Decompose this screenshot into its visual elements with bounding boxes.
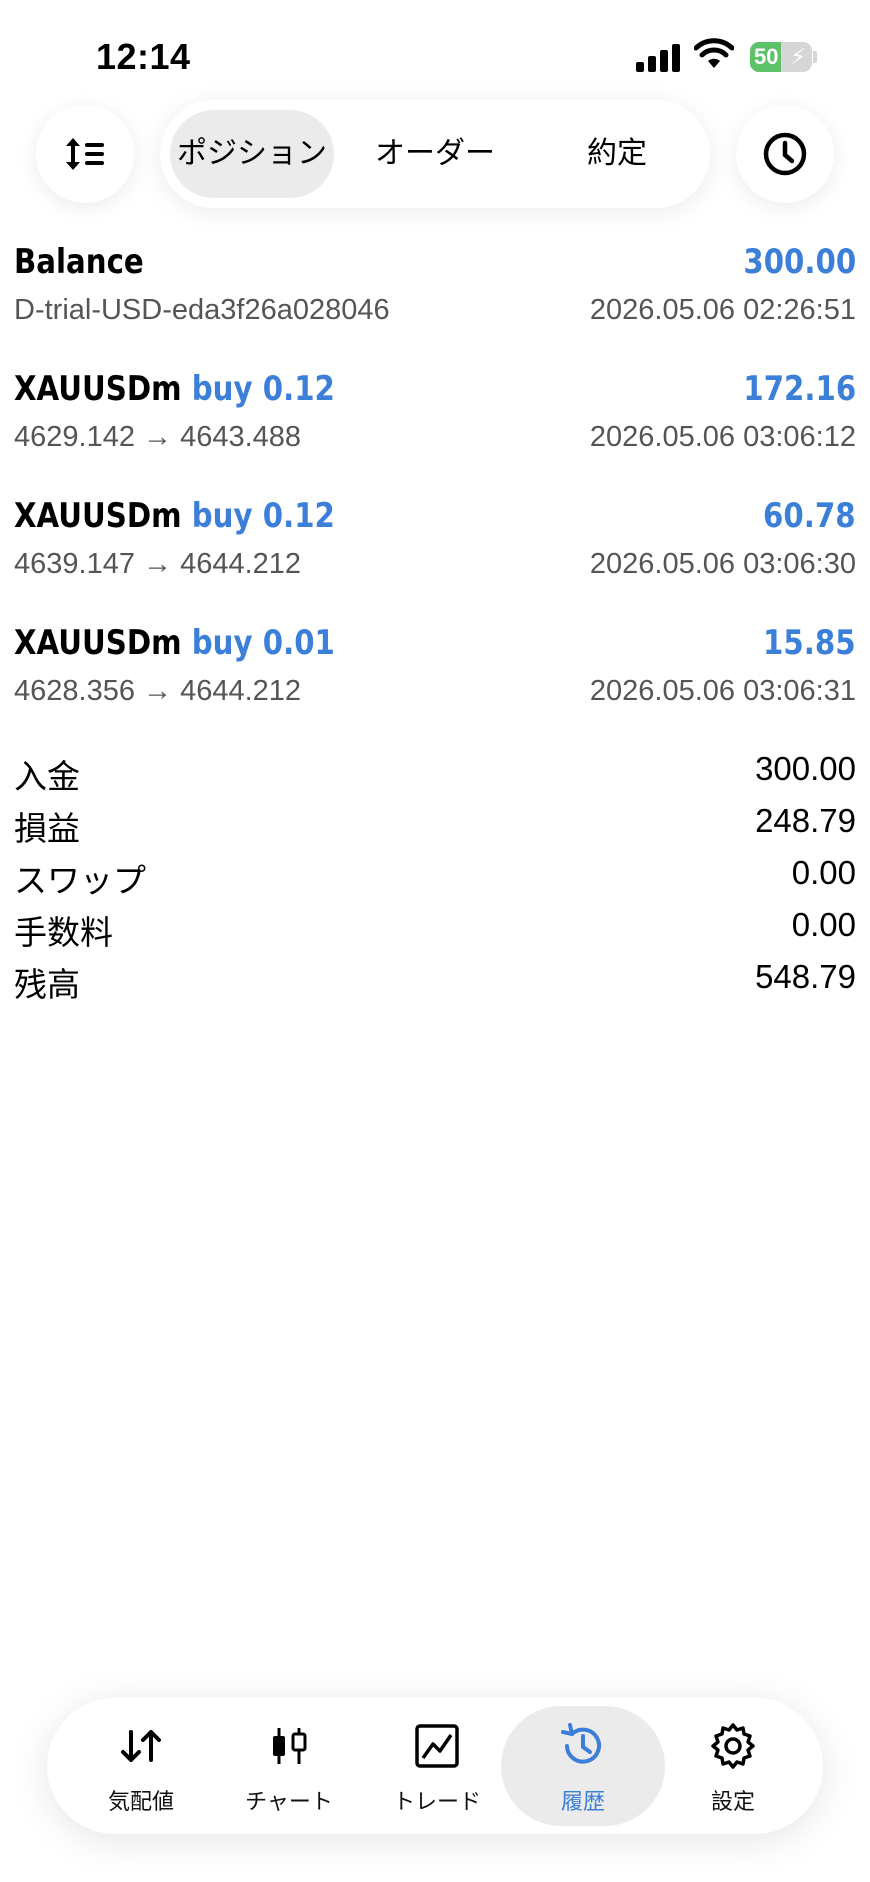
- history-icon: [561, 1723, 601, 1764]
- battery-icon: 50 ⚡: [750, 42, 812, 72]
- row-prices: 4628.356 → 4644.212: [14, 675, 302, 707]
- summary-label: 手数料: [14, 914, 113, 951]
- nav-label: チャート: [245, 1789, 333, 1814]
- summary-commission: 手数料 0.00: [14, 906, 856, 958]
- row-title: Balance: [14, 242, 144, 282]
- nav-label: 設定: [710, 1789, 755, 1814]
- chart-icon: [273, 1728, 307, 1764]
- summary-value: 248.79: [755, 802, 856, 839]
- row-title: XAUUSDm buy 0.12: [14, 496, 335, 536]
- row-profit: 300.00: [743, 242, 856, 282]
- summary-swap: スワップ 0.00: [14, 854, 856, 906]
- row-time: 2026.05.06 03:06:31: [589, 675, 856, 707]
- sort-icon: [66, 138, 104, 170]
- clock-icon: [763, 132, 807, 176]
- bottom-navigation: 気配値 チャート トレード 履歴 設定: [47, 1698, 823, 1834]
- trade-icon: [415, 1724, 459, 1768]
- sort-button[interactable]: [36, 105, 134, 203]
- wifi-icon: [694, 38, 734, 68]
- row-side: buy 0.01: [191, 623, 335, 663]
- summary-value: 0.00: [791, 906, 856, 943]
- summary-deposit: 入金 300.00: [14, 750, 856, 802]
- status-time: 12:14: [96, 36, 191, 77]
- period-button[interactable]: [736, 105, 834, 203]
- charging-bolt-icon: ⚡: [790, 44, 806, 69]
- summary-balance: 残高 548.79: [14, 958, 856, 1010]
- row-symbol: XAUUSDm: [14, 496, 182, 536]
- row-profit: 172.16: [743, 369, 856, 409]
- row-prices: 4639.147 → 4644.212: [14, 548, 302, 580]
- nav-history[interactable]: 履歴: [501, 1706, 665, 1826]
- row-time: 2026.05.06 02:26:51: [589, 294, 856, 326]
- row-time: 2026.05.06 03:06:30: [589, 548, 856, 580]
- summary-label: 損益: [14, 810, 80, 847]
- row-symbol: XAUUSDm: [14, 623, 182, 663]
- battery-cap: [813, 51, 817, 63]
- tab-deals[interactable]: 約定: [532, 110, 702, 198]
- history-row[interactable]: XAUUSDm buy 0.12 172.16 4629.142 → 4643.…: [14, 369, 856, 469]
- status-bar: 12:14 50 ⚡: [0, 0, 870, 110]
- nav-label: トレード: [392, 1789, 481, 1814]
- row-time: 2026.05.06 03:06:12: [589, 421, 856, 453]
- row-prices: 4629.142 → 4643.488: [14, 421, 302, 453]
- nav-chart[interactable]: チャート: [215, 1706, 363, 1826]
- summary-value: 0.00: [791, 854, 856, 891]
- summary-value: 300.00: [755, 750, 856, 787]
- summary-label: 残高: [14, 966, 80, 1003]
- row-title: XAUUSDm buy 0.12: [14, 369, 335, 409]
- row-profit: 15.85: [763, 623, 856, 663]
- history-row[interactable]: XAUUSDm buy 0.01 15.85 4628.356 → 4644.2…: [14, 623, 856, 723]
- row-symbol: Balance: [14, 242, 144, 282]
- history-row[interactable]: Balance 300.00 D-trial-USD-eda3f26a02804…: [14, 242, 856, 342]
- nav-label: 気配値: [107, 1789, 174, 1814]
- history-mode-tabs: ポジション オーダー 約定: [160, 100, 710, 208]
- row-side: buy 0.12: [191, 369, 335, 409]
- history-row[interactable]: XAUUSDm buy 0.12 60.78 4639.147 → 4644.2…: [14, 496, 856, 596]
- nav-trade[interactable]: トレード: [363, 1706, 511, 1826]
- row-profit: 60.78: [763, 496, 856, 536]
- summary-value: 548.79: [755, 958, 856, 995]
- row-symbol: XAUUSDm: [14, 369, 182, 409]
- cellular-signal-icon: [636, 42, 680, 72]
- tab-orders[interactable]: オーダー: [350, 110, 520, 198]
- tab-positions[interactable]: ポジション: [170, 110, 334, 198]
- nav-settings[interactable]: 設定: [659, 1706, 807, 1826]
- summary-label: スワップ: [14, 862, 146, 899]
- nav-label: 履歴: [560, 1789, 605, 1814]
- settings-icon: [711, 1723, 755, 1769]
- nav-quotes[interactable]: 気配値: [67, 1706, 215, 1826]
- quotes-icon: [121, 1730, 161, 1762]
- summary-profit: 損益 248.79: [14, 802, 856, 854]
- row-account: D-trial-USD-eda3f26a028046: [14, 294, 390, 326]
- row-side: buy 0.12: [191, 496, 335, 536]
- summary-label: 入金: [14, 758, 80, 795]
- battery-percent: 50: [754, 44, 779, 69]
- row-title: XAUUSDm buy 0.01: [14, 623, 335, 663]
